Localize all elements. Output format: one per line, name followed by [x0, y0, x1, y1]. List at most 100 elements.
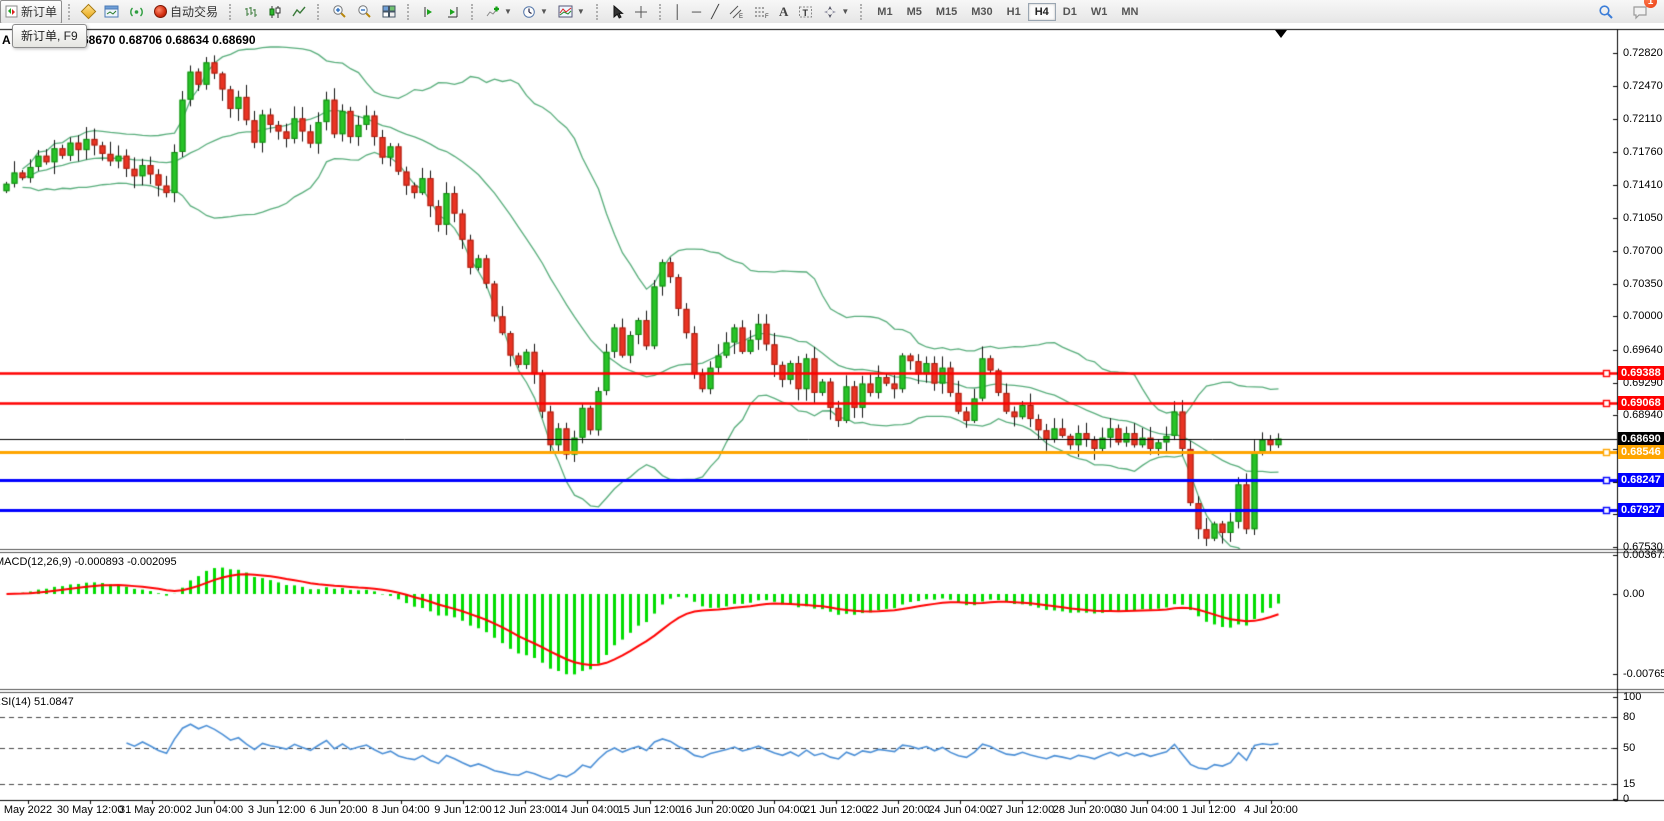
time-axis-label: 9 Jun 12:00: [434, 804, 492, 816]
crosshair-icon: [634, 5, 648, 19]
profiles-button[interactable]: [99, 0, 124, 24]
notifications-button[interactable]: 1: [1627, 0, 1654, 24]
price-axis-label: 0.72820: [1623, 47, 1663, 59]
channel-tool[interactable]: E: [724, 0, 749, 24]
text-label-tool[interactable]: T: [793, 0, 818, 24]
ohlc-values: 68670 0.68706 0.68634 0.68690: [82, 33, 256, 47]
timeframe-h1-button[interactable]: H1: [1000, 3, 1028, 21]
trading-terminal: 新订单 自动交易: [0, 0, 1664, 821]
toolbar: 新订单 自动交易: [0, 0, 1664, 24]
price-chart-canvas[interactable]: [0, 23, 1664, 821]
time-axis-label: May 2022: [4, 804, 52, 816]
candlestick-chart-button[interactable]: [263, 0, 287, 24]
toolbar-grip: [229, 4, 234, 20]
toolbar-grip: [596, 4, 601, 20]
chart-window-icon: [104, 5, 119, 18]
indicators-dropdown[interactable]: ▼: [481, 0, 517, 24]
trendline-tool[interactable]: ╱: [706, 0, 724, 24]
toolbar-grip: [471, 4, 476, 20]
price-axis-label: 0.71050: [1623, 212, 1663, 224]
timeframe-m1-button[interactable]: M1: [870, 3, 899, 21]
bar-chart-button[interactable]: [239, 0, 263, 24]
timeframe-mn-button[interactable]: MN: [1114, 3, 1145, 21]
time-axis-label: 8 Jun 04:00: [372, 804, 430, 816]
templates-dropdown[interactable]: ▼: [553, 0, 590, 24]
vertical-line-tool[interactable]: │: [669, 0, 687, 24]
price-axis-label: 0.68940: [1623, 409, 1663, 421]
cursor-tool-button[interactable]: [606, 0, 629, 24]
macd-axis-label: -0.007656: [1623, 668, 1664, 680]
toolbar-grip: [317, 4, 322, 20]
timeframe-m30-button[interactable]: M30: [964, 3, 999, 21]
rsi-indicator-label: RSI(14) 51.0847: [0, 696, 74, 708]
macd-indicator-label: MACD(12,26,9) -0.000893 -0.002095: [0, 556, 177, 568]
search-button[interactable]: [1593, 0, 1619, 24]
text-label-icon: T: [798, 5, 813, 19]
hline-price-tag[interactable]: 0.68546: [1618, 445, 1664, 459]
current-price-tag: 0.68690: [1618, 432, 1664, 446]
signals-button[interactable]: [124, 0, 149, 24]
tile-windows-button[interactable]: [377, 0, 401, 24]
zoom-in-button[interactable]: [327, 0, 352, 24]
new-chart-icon: [81, 4, 97, 20]
price-axis-label: 0.70350: [1623, 278, 1663, 290]
auto-trading-label: 自动交易: [170, 3, 218, 20]
new-order-tooltip: 新订单, F9: [12, 24, 87, 48]
time-axis-label: 4 Jul 20:00: [1244, 804, 1298, 816]
auto-scroll-button[interactable]: [441, 0, 465, 24]
time-axis-label: 1 Jul 12:00: [1182, 804, 1236, 816]
new-order-button[interactable]: 新订单: [0, 0, 62, 24]
chart-shift-button[interactable]: [417, 0, 441, 24]
timeframe-m5-button[interactable]: M5: [900, 3, 929, 21]
indicators-icon: [486, 5, 500, 19]
periods-dropdown[interactable]: ▼: [517, 0, 553, 24]
time-axis-label: 30 May 12:00: [57, 804, 124, 816]
shapes-dropdown[interactable]: ▼: [818, 0, 854, 24]
chevron-down-icon: ▼: [540, 7, 548, 16]
timeframe-m15-button[interactable]: M15: [929, 3, 964, 21]
chart-window: A 68670 0.68706 0.68634 0.68690 新订单, F9 …: [0, 23, 1664, 821]
shapes-icon: [823, 5, 837, 19]
signals-icon: [129, 5, 144, 19]
chevron-down-icon: ▼: [577, 7, 585, 16]
new-order-icon: [5, 5, 18, 18]
time-axis-label: 28 Jun 20:00: [1053, 804, 1117, 816]
zoom-out-button[interactable]: [352, 0, 377, 24]
zoom-out-icon: [357, 4, 372, 19]
toolbar-grip: [860, 4, 865, 20]
hline-price-tag[interactable]: 0.69068: [1618, 396, 1664, 410]
time-axis-label: 3 Jun 12:00: [248, 804, 306, 816]
candlestick-chart-icon: [268, 5, 282, 19]
equidistant-channel-icon: E: [729, 5, 744, 19]
new-chart-button[interactable]: [78, 0, 99, 24]
timeframe-d1-button[interactable]: D1: [1056, 3, 1084, 21]
time-axis-label: 12 Jun 23:00: [493, 804, 557, 816]
hline-price-tag[interactable]: 0.69388: [1618, 366, 1664, 380]
timeframe-h4-button[interactable]: H4: [1028, 3, 1056, 21]
hline-price-tag[interactable]: 0.68247: [1618, 473, 1664, 487]
line-chart-button[interactable]: [287, 0, 311, 24]
horizontal-line-tool[interactable]: ─: [687, 0, 706, 24]
bar-chart-icon: [244, 5, 258, 19]
line-chart-icon: [292, 5, 306, 19]
rsi-axis-label: 80: [1623, 711, 1635, 723]
text-tool[interactable]: A: [774, 0, 793, 24]
rsi-axis-label: 100: [1623, 691, 1641, 703]
time-axis-label: 24 Jun 04:00: [928, 804, 992, 816]
chevron-down-icon: ▼: [841, 7, 849, 16]
hline-price-tag[interactable]: 0.67927: [1618, 503, 1664, 517]
crosshair-tool-button[interactable]: [629, 0, 653, 24]
toolbar-right: 1: [1593, 0, 1660, 23]
timeframe-w1-button[interactable]: W1: [1084, 3, 1115, 21]
chart-shift-marker-icon: [1275, 30, 1287, 38]
trendline-icon: ╱: [711, 5, 719, 18]
new-order-label: 新订单: [21, 3, 57, 20]
chevron-down-icon: ▼: [504, 7, 512, 16]
price-axis-label: 0.72470: [1623, 80, 1663, 92]
horizontal-line-icon: ─: [692, 5, 701, 18]
cursor-icon: [611, 5, 624, 19]
fibonacci-tool[interactable]: F: [749, 0, 774, 24]
price-axis-label: 0.72110: [1623, 113, 1662, 125]
auto-trading-button[interactable]: 自动交易: [149, 0, 223, 24]
price-axis-label: 0.71760: [1623, 146, 1663, 158]
